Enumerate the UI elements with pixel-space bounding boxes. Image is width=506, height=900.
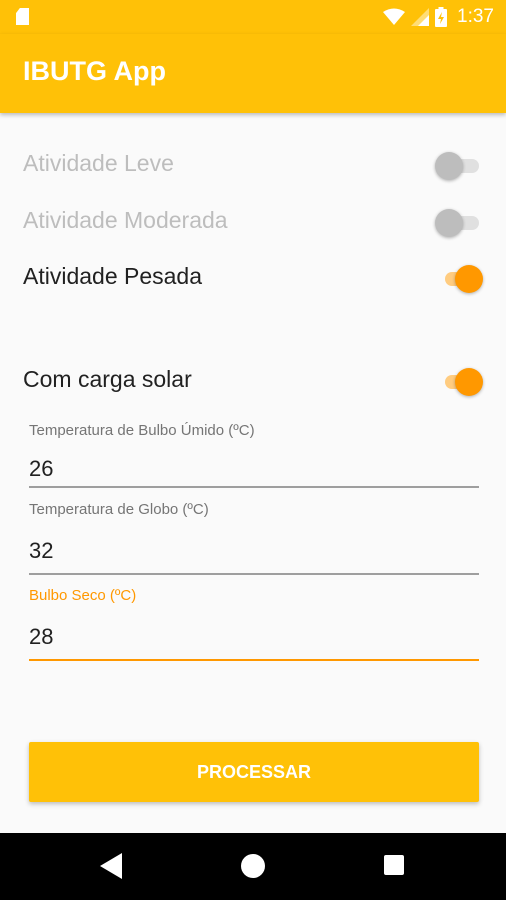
battery-icon xyxy=(435,7,448,27)
wet-bulb-underline xyxy=(29,486,479,488)
status-time: 1:37 xyxy=(457,6,494,27)
solar-load-row[interactable]: Com carga solar xyxy=(23,361,483,401)
activity-leve-switch[interactable] xyxy=(435,151,483,181)
dry-bulb-underline xyxy=(29,659,479,661)
dry-bulb-label: Bulbo Seco (ºC) xyxy=(29,587,137,604)
process-button[interactable]: PROCESSAR xyxy=(29,742,479,802)
activity-pesada-row[interactable]: Atividade Pesada xyxy=(23,258,483,298)
solar-load-label: Com carga solar xyxy=(23,366,192,392)
activity-leve-label: Atividade Leve xyxy=(23,150,174,176)
dry-bulb-field[interactable]: Bulbo Seco (ºC) 28 xyxy=(29,587,479,663)
globe-temp-underline xyxy=(29,573,479,575)
signal-icon xyxy=(411,8,430,26)
navigation-bar xyxy=(0,833,506,900)
dry-bulb-input[interactable]: 28 xyxy=(29,624,53,650)
globe-temp-field[interactable]: Temperatura de Globo (ºC) 32 xyxy=(29,501,479,577)
status-icons: 1:37 xyxy=(383,0,494,34)
activity-pesada-switch[interactable] xyxy=(435,264,483,294)
home-icon[interactable] xyxy=(241,854,265,878)
wet-bulb-field[interactable]: Temperatura de Bulbo Úmido (ºC) 26 xyxy=(29,422,479,490)
globe-temp-label: Temperatura de Globo (ºC) xyxy=(29,501,209,518)
back-icon[interactable] xyxy=(100,853,122,879)
activity-moderada-label: Atividade Moderada xyxy=(23,207,228,233)
recents-icon[interactable] xyxy=(384,855,404,875)
activity-leve-row[interactable]: Atividade Leve xyxy=(23,145,483,185)
wifi-icon xyxy=(383,8,406,25)
activity-moderada-row[interactable]: Atividade Moderada xyxy=(23,202,483,242)
app-title: IBUTG App xyxy=(23,56,166,86)
activity-moderada-switch[interactable] xyxy=(435,208,483,238)
wet-bulb-label: Temperatura de Bulbo Úmido (ºC) xyxy=(29,422,255,439)
wet-bulb-input[interactable]: 26 xyxy=(29,456,53,482)
status-bar: 1:37 xyxy=(0,0,506,34)
process-button-label: PROCESSAR xyxy=(196,761,312,782)
activity-pesada-label: Atividade Pesada xyxy=(23,263,203,289)
globe-temp-input[interactable]: 32 xyxy=(29,538,53,564)
sd-card-icon xyxy=(16,8,29,25)
app-bar: IBUTG App xyxy=(0,34,506,113)
solar-load-switch[interactable] xyxy=(435,367,483,397)
